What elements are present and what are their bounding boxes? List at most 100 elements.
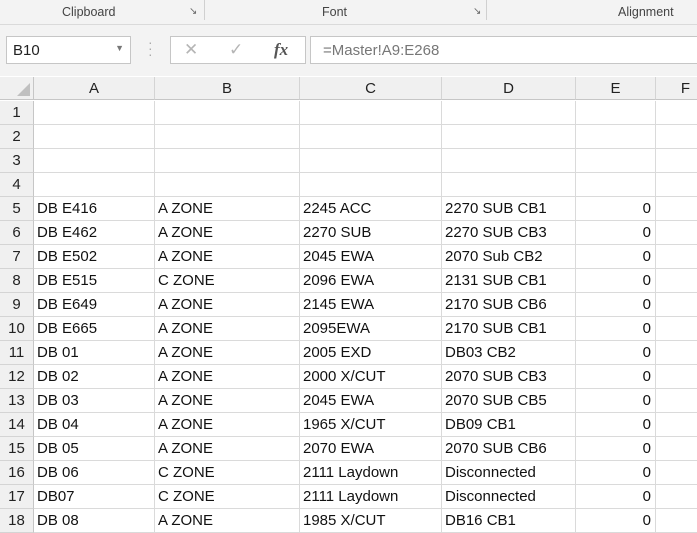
cell[interactable] bbox=[656, 101, 697, 125]
row-header[interactable]: 15 bbox=[0, 437, 34, 461]
cell[interactable] bbox=[656, 317, 697, 341]
cell[interactable]: DB 06 bbox=[34, 461, 155, 485]
column-header-C[interactable]: C bbox=[300, 77, 442, 100]
cell[interactable]: 0 bbox=[576, 317, 656, 341]
cell[interactable] bbox=[656, 509, 697, 533]
clipboard-launcher-icon[interactable]: ↘ bbox=[189, 6, 197, 17]
cell[interactable] bbox=[656, 365, 697, 389]
cell[interactable] bbox=[656, 485, 697, 509]
cell[interactable]: 2111 Laydown bbox=[300, 461, 442, 485]
cell[interactable]: 2070 EWA bbox=[300, 437, 442, 461]
cell[interactable]: A ZONE bbox=[155, 245, 300, 269]
row-header[interactable]: 6 bbox=[0, 221, 34, 245]
cell[interactable]: 2170 SUB CB6 bbox=[442, 293, 576, 317]
cell[interactable]: DB16 CB1 bbox=[442, 509, 576, 533]
cell[interactable]: 1985 X/CUT bbox=[300, 509, 442, 533]
cell[interactable] bbox=[300, 101, 442, 125]
cell[interactable]: 2070 SUB CB5 bbox=[442, 389, 576, 413]
name-box[interactable]: B10 ▼ bbox=[6, 36, 131, 64]
cell[interactable] bbox=[656, 461, 697, 485]
cell[interactable]: DB09 CB1 bbox=[442, 413, 576, 437]
cell[interactable]: 2070 Sub CB2 bbox=[442, 245, 576, 269]
row-header[interactable]: 16 bbox=[0, 461, 34, 485]
cell[interactable]: 0 bbox=[576, 341, 656, 365]
cell[interactable]: 0 bbox=[576, 365, 656, 389]
cell[interactable]: DB03 CB2 bbox=[442, 341, 576, 365]
cell[interactable] bbox=[656, 173, 697, 197]
cell[interactable] bbox=[656, 269, 697, 293]
cell[interactable]: 0 bbox=[576, 269, 656, 293]
cell[interactable] bbox=[34, 101, 155, 125]
cell[interactable] bbox=[34, 173, 155, 197]
cell[interactable]: DB 01 bbox=[34, 341, 155, 365]
cell[interactable] bbox=[155, 125, 300, 149]
cell[interactable]: 0 bbox=[576, 485, 656, 509]
cell[interactable]: 2270 SUB CB1 bbox=[442, 197, 576, 221]
row-header[interactable]: 9 bbox=[0, 293, 34, 317]
cell[interactable]: A ZONE bbox=[155, 509, 300, 533]
cell[interactable]: DB07 bbox=[34, 485, 155, 509]
row-header[interactable]: 10 bbox=[0, 317, 34, 341]
row-header[interactable]: 1 bbox=[0, 101, 34, 125]
column-header-F[interactable]: F bbox=[656, 77, 697, 100]
cell[interactable]: DB E416 bbox=[34, 197, 155, 221]
cell[interactable]: 2270 SUB CB3 bbox=[442, 221, 576, 245]
cell[interactable] bbox=[442, 149, 576, 173]
cell[interactable]: 2270 SUB bbox=[300, 221, 442, 245]
cell[interactable] bbox=[155, 149, 300, 173]
cell[interactable]: 2045 EWA bbox=[300, 245, 442, 269]
column-header-E[interactable]: E bbox=[576, 77, 656, 100]
row-header[interactable]: 7 bbox=[0, 245, 34, 269]
cell[interactable]: 0 bbox=[576, 413, 656, 437]
cell[interactable] bbox=[34, 125, 155, 149]
cell[interactable] bbox=[656, 149, 697, 173]
cancel-icon[interactable]: ✕ bbox=[184, 40, 198, 60]
cell[interactable]: DB 03 bbox=[34, 389, 155, 413]
cell[interactable]: A ZONE bbox=[155, 317, 300, 341]
cell[interactable]: Disconnected bbox=[442, 485, 576, 509]
cell[interactable]: A ZONE bbox=[155, 365, 300, 389]
cell[interactable]: 0 bbox=[576, 461, 656, 485]
row-header[interactable]: 3 bbox=[0, 149, 34, 173]
cell[interactable] bbox=[442, 101, 576, 125]
row-header[interactable]: 11 bbox=[0, 341, 34, 365]
cell[interactable] bbox=[442, 173, 576, 197]
chevron-down-icon[interactable]: ▼ bbox=[115, 43, 124, 53]
formula-input[interactable]: =Master!A9:E268 bbox=[310, 36, 697, 64]
cell[interactable]: 0 bbox=[576, 197, 656, 221]
cell[interactable]: C ZONE bbox=[155, 461, 300, 485]
cell[interactable]: DB E515 bbox=[34, 269, 155, 293]
cell[interactable]: 2170 SUB CB1 bbox=[442, 317, 576, 341]
cell[interactable]: 2111 Laydown bbox=[300, 485, 442, 509]
cell[interactable]: A ZONE bbox=[155, 197, 300, 221]
column-header-A[interactable]: A bbox=[34, 77, 155, 100]
cell[interactable]: 2096 EWA bbox=[300, 269, 442, 293]
cell[interactable] bbox=[300, 125, 442, 149]
cell[interactable]: A ZONE bbox=[155, 413, 300, 437]
cell[interactable] bbox=[442, 125, 576, 149]
cell[interactable]: A ZONE bbox=[155, 221, 300, 245]
cell[interactable]: A ZONE bbox=[155, 341, 300, 365]
cell[interactable]: DB E462 bbox=[34, 221, 155, 245]
cell[interactable]: 0 bbox=[576, 221, 656, 245]
row-header[interactable]: 18 bbox=[0, 509, 34, 533]
cell[interactable]: 2070 SUB CB6 bbox=[442, 437, 576, 461]
cell[interactable] bbox=[576, 149, 656, 173]
cell[interactable]: 0 bbox=[576, 293, 656, 317]
cell[interactable]: 0 bbox=[576, 245, 656, 269]
cell[interactable] bbox=[656, 413, 697, 437]
cell[interactable] bbox=[656, 221, 697, 245]
cell[interactable]: DB E665 bbox=[34, 317, 155, 341]
cell[interactable]: C ZONE bbox=[155, 269, 300, 293]
cell[interactable] bbox=[576, 173, 656, 197]
cell[interactable]: 0 bbox=[576, 509, 656, 533]
row-header[interactable]: 5 bbox=[0, 197, 34, 221]
drag-handle-icon[interactable]: · · · bbox=[148, 35, 153, 61]
column-header-D[interactable]: D bbox=[442, 77, 576, 100]
cell[interactable]: 2005 EXD bbox=[300, 341, 442, 365]
cell[interactable]: 2045 EWA bbox=[300, 389, 442, 413]
cell[interactable] bbox=[155, 101, 300, 125]
cell[interactable] bbox=[155, 173, 300, 197]
cell[interactable] bbox=[576, 101, 656, 125]
row-header[interactable]: 14 bbox=[0, 413, 34, 437]
